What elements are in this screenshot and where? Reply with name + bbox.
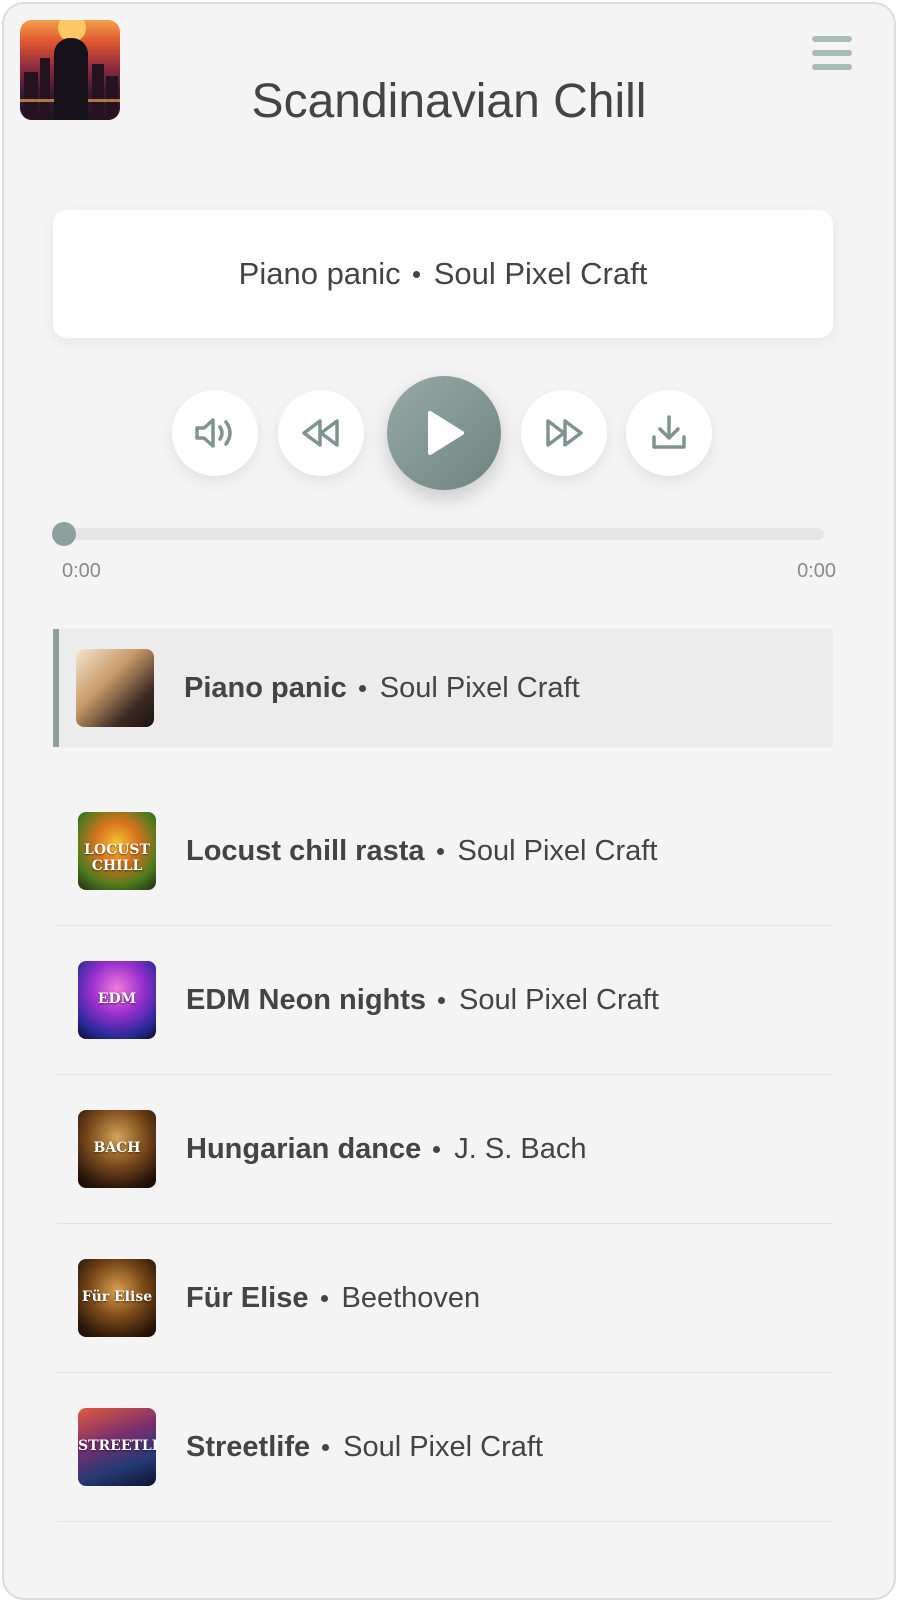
track-label: Piano panic Soul Pixel Craft xyxy=(184,672,580,705)
separator-dot xyxy=(322,1444,330,1452)
menu-bar xyxy=(812,36,852,42)
thumbnail-logo-text: BACH xyxy=(93,1140,141,1156)
volume-icon xyxy=(195,418,232,448)
now-playing-title: Piano panic xyxy=(238,256,401,291)
thumbnail-logo-text: Für Elise xyxy=(81,1289,153,1305)
duration-time: 0:00 xyxy=(797,560,836,582)
now-playing-artist: Soul Pixel Craft xyxy=(433,256,648,291)
track-label: EDM Neon nights Soul Pixel Craft xyxy=(186,984,659,1017)
track-thumbnail: BACH xyxy=(78,1110,156,1188)
hamburger-menu-icon[interactable] xyxy=(812,36,852,72)
player-window: Scandinavian Chill Piano panic Soul Pixe… xyxy=(2,2,896,1600)
progress-knob[interactable] xyxy=(52,522,76,546)
track-row[interactable]: STREETLIFE Streetlife Soul Pixel Craft xyxy=(57,1373,833,1522)
track-artist: Soul Pixel Craft xyxy=(379,671,580,704)
track-title: Piano panic xyxy=(184,671,347,704)
thumbnail-logo-text: LOCUST CHILL xyxy=(84,842,150,874)
track-label: Hungarian dance J. S. Bach xyxy=(186,1133,586,1166)
progress-bar[interactable] xyxy=(52,522,824,546)
track-title: Hungarian dance xyxy=(186,1132,422,1165)
track-title: Locust chill rasta xyxy=(186,834,425,867)
track-row[interactable]: BACH Hungarian dance J. S. Bach xyxy=(57,1075,833,1224)
track-artist: Soul Pixel Craft xyxy=(457,834,658,867)
play-icon xyxy=(428,411,464,455)
volume-button[interactable] xyxy=(172,390,258,476)
playlist-title: Scandinavian Chill xyxy=(251,75,647,128)
separator-dot xyxy=(433,1146,441,1154)
playback-controls xyxy=(4,376,894,492)
download-icon xyxy=(652,415,686,449)
rewind-icon xyxy=(302,419,339,447)
download-button[interactable] xyxy=(626,390,712,476)
thumbnail-logo-text: STREETLIFE xyxy=(78,1438,156,1454)
fast-forward-button[interactable] xyxy=(521,390,607,476)
separator-dot xyxy=(438,997,446,1005)
track-label: Streetlife Soul Pixel Craft xyxy=(186,1431,543,1464)
separator-dot xyxy=(320,1295,328,1303)
track-artist: Beethoven xyxy=(341,1281,481,1314)
track-thumbnail: EDM xyxy=(78,961,156,1039)
rewind-button[interactable] xyxy=(278,390,364,476)
track-label: Locust chill rasta Soul Pixel Craft xyxy=(186,835,657,868)
menu-bar xyxy=(812,50,852,56)
track-artist: Soul Pixel Craft xyxy=(343,1430,543,1463)
track-list: Piano panic Soul Pixel Craft LOCUST CHILL… xyxy=(53,629,833,1522)
track-artist: J. S. Bach xyxy=(454,1132,587,1165)
separator-dot xyxy=(358,685,366,693)
track-artist: Soul Pixel Craft xyxy=(459,983,659,1016)
track-row-active[interactable]: Piano panic Soul Pixel Craft xyxy=(53,629,833,747)
current-time: 0:00 xyxy=(62,560,101,582)
track-thumbnail: STREETLIFE xyxy=(78,1408,156,1486)
track-title: EDM Neon nights xyxy=(186,983,427,1016)
track-label: Für Elise Beethoven xyxy=(186,1282,480,1315)
play-button[interactable] xyxy=(387,376,501,490)
separator-dot xyxy=(412,270,420,278)
track-thumbnail: LOCUST CHILL xyxy=(78,812,156,890)
track-title: Streetlife xyxy=(186,1430,311,1463)
track-thumbnail xyxy=(76,649,154,727)
fast-forward-icon xyxy=(546,419,583,447)
now-playing-card: Piano panic Soul Pixel Craft xyxy=(53,210,833,338)
thumbnail-logo-text: EDM xyxy=(97,991,137,1007)
track-row[interactable]: LOCUST CHILL Locust chill rasta Soul Pixe… xyxy=(57,777,833,926)
track-thumbnail: Für Elise xyxy=(78,1259,156,1337)
menu-bar xyxy=(812,64,852,70)
track-title: Für Elise xyxy=(186,1281,309,1314)
track-row[interactable]: Für Elise Für Elise Beethoven xyxy=(57,1224,833,1373)
separator-dot xyxy=(436,848,444,856)
track-row[interactable]: EDM EDM Neon nights Soul Pixel Craft xyxy=(57,926,833,1075)
